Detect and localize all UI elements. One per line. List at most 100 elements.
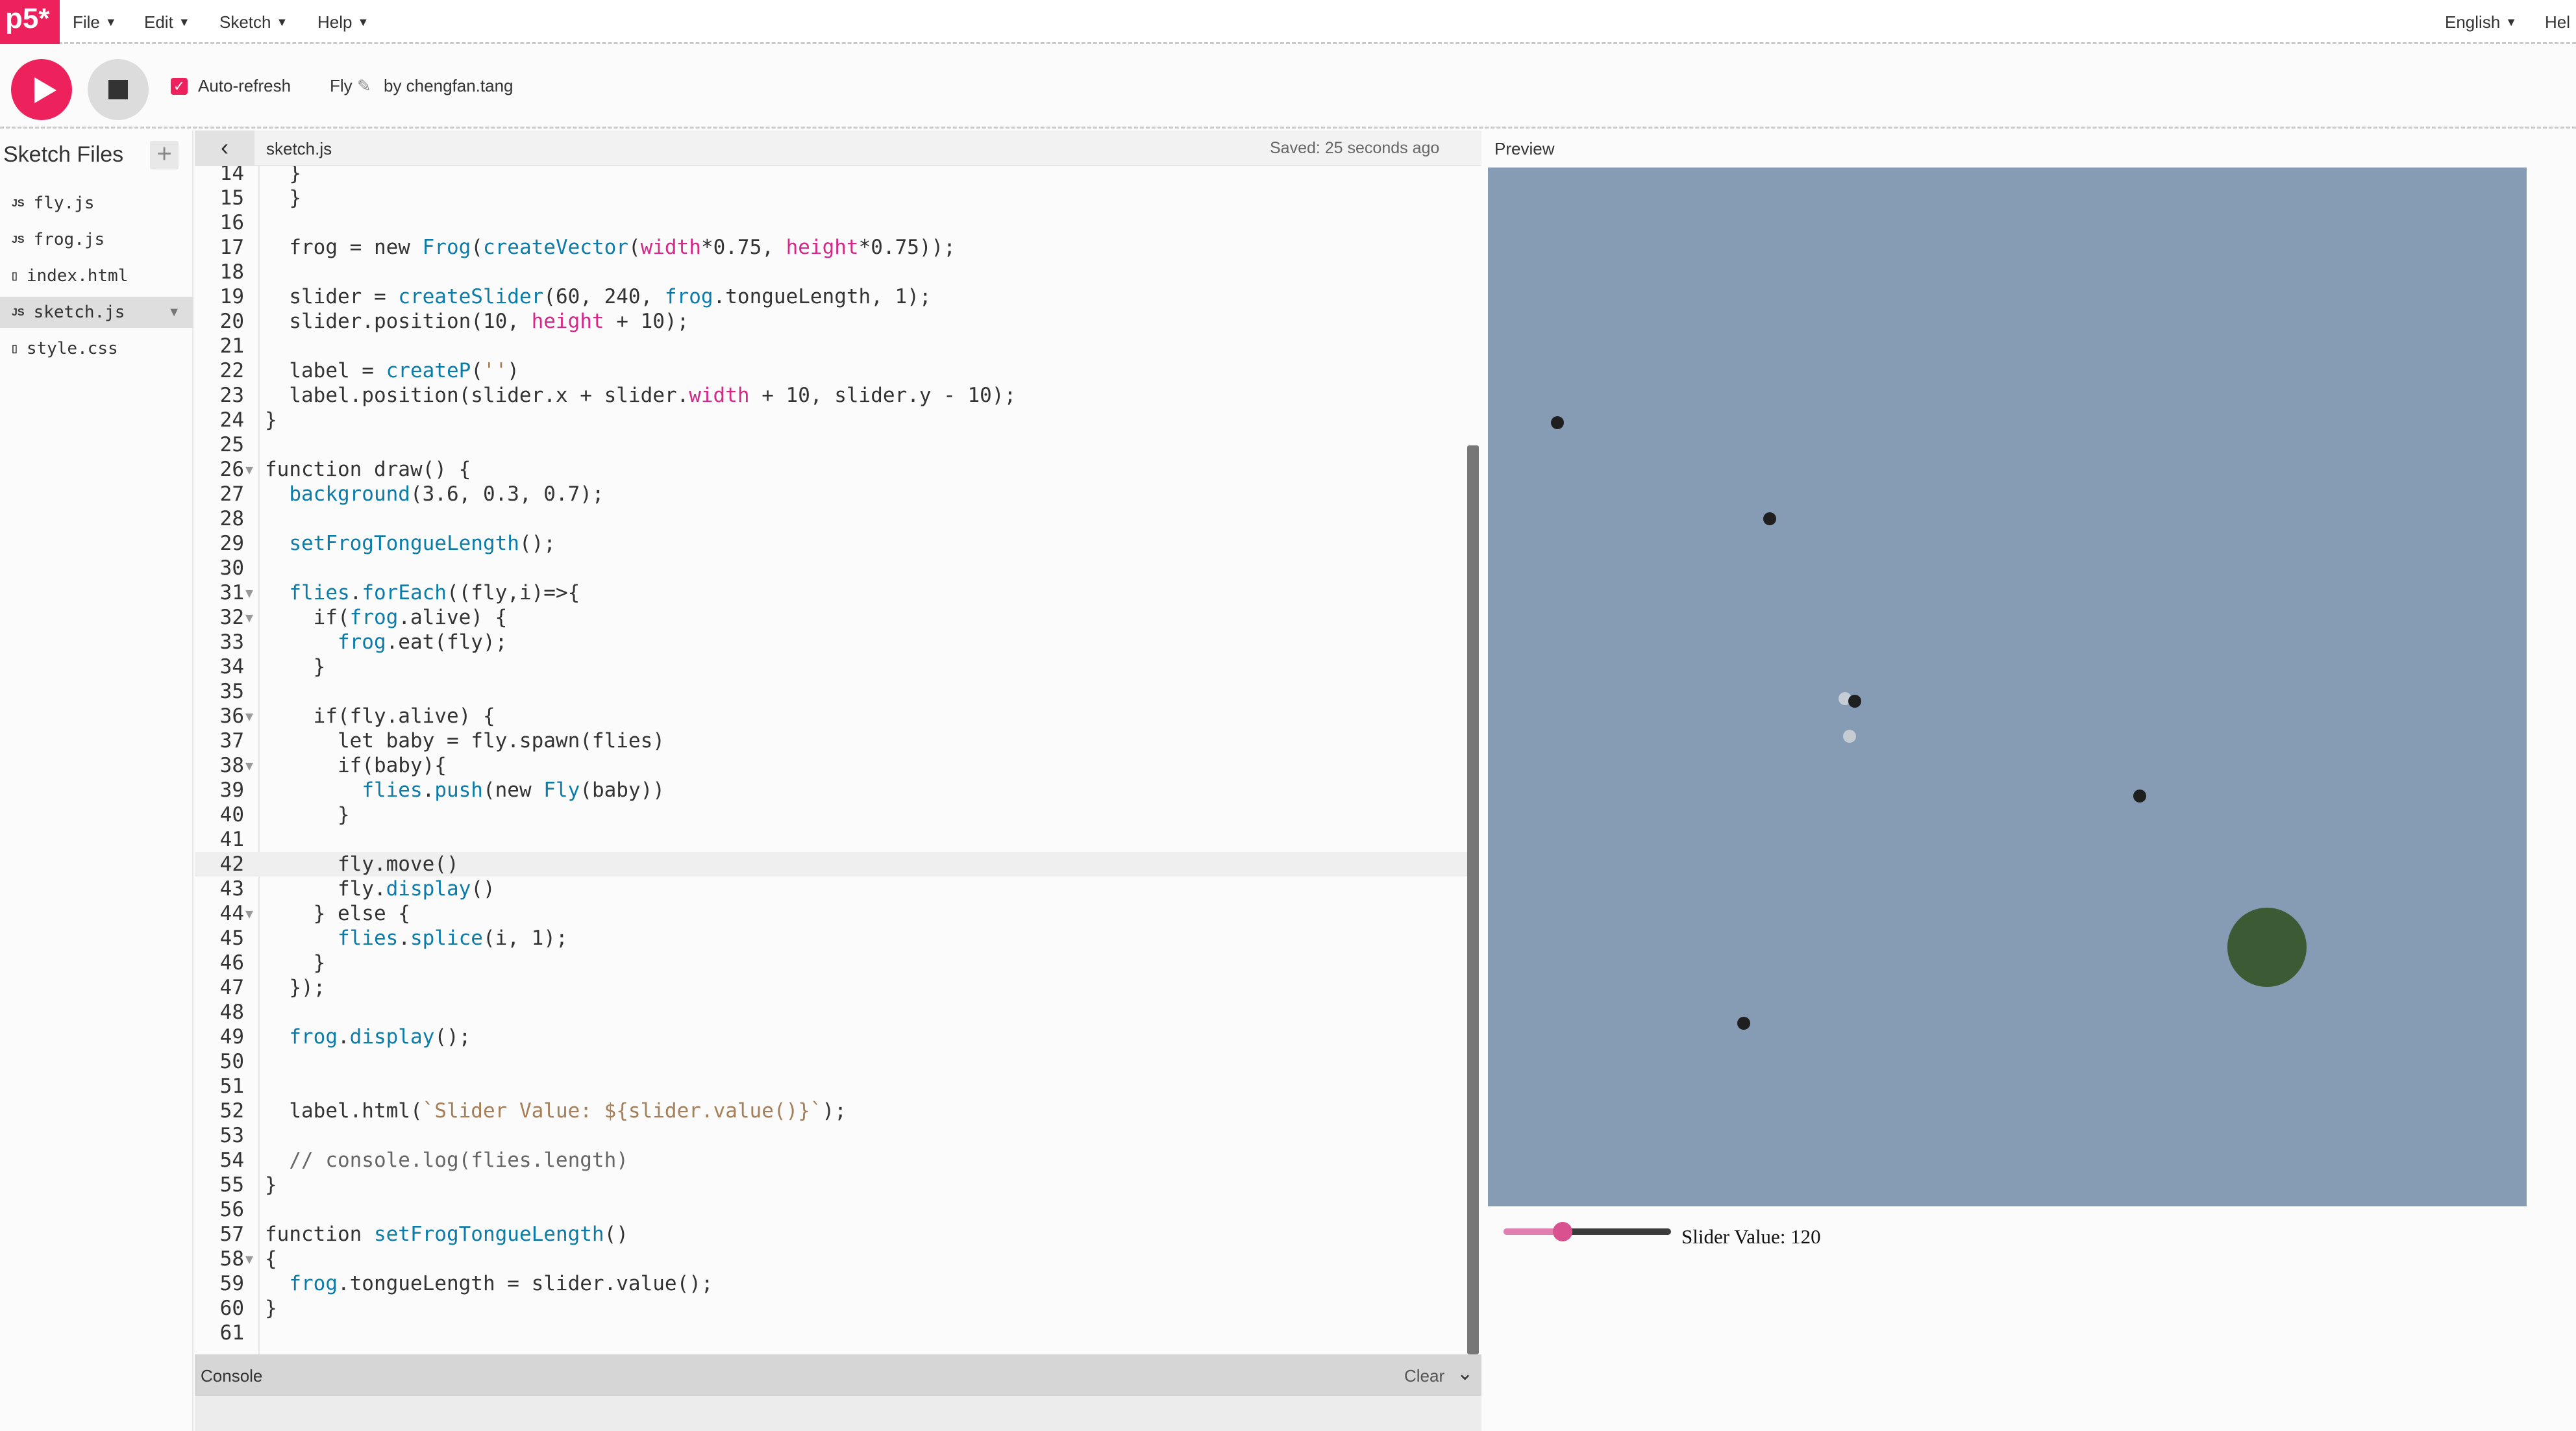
code-line[interactable]: 50 xyxy=(195,1049,1467,1074)
menu-help-right[interactable]: Hel xyxy=(2545,0,2570,44)
code-line[interactable]: 54 // console.log(flies.length) xyxy=(195,1148,1467,1173)
code-line[interactable]: 44 ▼ } else { xyxy=(195,901,1467,926)
editor-scrollbar[interactable] xyxy=(1467,445,1479,1354)
play-button[interactable] xyxy=(11,59,72,120)
code-line[interactable]: 39 flies.push(new Fly(baby)) xyxy=(195,778,1467,803)
fold-arrow-icon[interactable]: ▼ xyxy=(245,605,253,630)
p5-logo[interactable]: p5* xyxy=(0,0,60,44)
code-line[interactable]: 23 label.position(slider.x + slider.widt… xyxy=(195,383,1467,408)
code-line[interactable]: 28 xyxy=(195,506,1467,531)
code-line[interactable]: 47 }); xyxy=(195,975,1467,1000)
slider-thumb[interactable] xyxy=(1553,1222,1572,1241)
code-line[interactable]: 35 xyxy=(195,679,1467,704)
fold-arrow-icon[interactable]: ▼ xyxy=(245,1247,253,1271)
code-line[interactable]: 16 xyxy=(195,210,1467,235)
sidebar-file-fly-js[interactable]: JS fly.js xyxy=(0,188,193,219)
sidebar-file-index-html[interactable]: ▯ index.html xyxy=(0,260,193,292)
code-line[interactable]: 26 ▼ function draw() { xyxy=(195,457,1467,482)
code-line[interactable]: 45 flies.splice(i, 1); xyxy=(195,926,1467,951)
line-number: 37 xyxy=(219,729,244,753)
code-line[interactable]: 14 } xyxy=(195,166,1467,186)
fold-arrow-icon[interactable]: ▼ xyxy=(245,753,253,778)
file-options-caret-icon[interactable]: ▼ xyxy=(167,297,180,328)
code-line[interactable]: 43 fly.display() xyxy=(195,877,1467,901)
code-line[interactable]: 33 frog.eat(fly); xyxy=(195,630,1467,654)
fly xyxy=(1737,1017,1750,1030)
code-line[interactable]: 53 xyxy=(195,1123,1467,1148)
fold-arrow-icon[interactable]: ▼ xyxy=(245,457,253,482)
code-text: fly.move() xyxy=(265,852,459,876)
code-line[interactable]: 27 background(3.6, 0.3, 0.7); xyxy=(195,482,1467,506)
stop-button[interactable] xyxy=(88,59,149,120)
code-line[interactable]: 22 label = createP('') xyxy=(195,358,1467,383)
preview-canvas[interactable] xyxy=(1488,168,2527,1206)
menu-file[interactable]: File ▼ xyxy=(73,0,117,44)
code-line[interactable]: 60} xyxy=(195,1296,1467,1321)
tongue-length-slider[interactable] xyxy=(1504,1222,1671,1241)
code-line[interactable]: 42 fly.move() xyxy=(195,852,1467,877)
code-line[interactable]: 25 xyxy=(195,432,1467,457)
code-line[interactable]: 49 frog.display(); xyxy=(195,1025,1467,1049)
line-number: 23 xyxy=(219,384,244,407)
code-text: } xyxy=(265,803,350,827)
line-number: 29 xyxy=(219,532,244,555)
fold-arrow-icon[interactable]: ▼ xyxy=(245,901,253,926)
code-line[interactable]: 15 } xyxy=(195,186,1467,210)
js-file-icon: JS xyxy=(12,198,25,209)
code-line[interactable]: 19 slider = createSlider(60, 240, frog.t… xyxy=(195,284,1467,309)
code-line[interactable]: 40 } xyxy=(195,803,1467,827)
code-line[interactable]: 34 } xyxy=(195,654,1467,679)
code-editor[interactable]: 14 } 15 } 16 17 frog = new Frog(createVecto… xyxy=(195,166,1481,1354)
auto-refresh-checkbox[interactable]: ✓ xyxy=(171,78,188,95)
sidebar-file-sketch-js[interactable]: JS sketch.js ▼ xyxy=(0,297,193,328)
caret-down-icon: ▼ xyxy=(357,15,369,29)
code-line[interactable]: 61 xyxy=(195,1321,1467,1345)
code-line[interactable]: 41 xyxy=(195,827,1467,852)
code-line[interactable]: 30 xyxy=(195,556,1467,580)
code-line[interactable]: 59 frog.tongueLength = slider.value(); xyxy=(195,1271,1467,1296)
code-line[interactable]: 31 ▼ flies.forEach((fly,i)=>{ xyxy=(195,580,1467,605)
code-line[interactable]: 36 ▼ if(fly.alive) { xyxy=(195,704,1467,728)
fold-arrow-icon[interactable]: ▼ xyxy=(245,704,253,728)
code-line[interactable]: 56 xyxy=(195,1197,1467,1222)
fly xyxy=(1551,416,1564,429)
menu-sketch[interactable]: Sketch ▼ xyxy=(219,0,288,44)
code-line[interactable]: 21 xyxy=(195,334,1467,358)
code-line[interactable]: 57 function setFrogTongueLength() xyxy=(195,1222,1467,1247)
code-line[interactable]: 29 setFrogTongueLength(); xyxy=(195,531,1467,556)
fold-arrow-icon[interactable]: ▼ xyxy=(245,580,253,605)
fly xyxy=(2133,790,2146,803)
sidebar-file-frog-js[interactable]: JS frog.js xyxy=(0,224,193,255)
code-line[interactable]: 18 xyxy=(195,260,1467,284)
chevron-down-icon[interactable]: ⌄ xyxy=(1457,1362,1473,1385)
code-line[interactable]: 58 ▼ { xyxy=(195,1247,1467,1271)
console-clear-button[interactable]: Clear xyxy=(1404,1366,1444,1386)
line-number: 61 xyxy=(219,1321,244,1345)
collapse-sidebar-button[interactable]: ‹ xyxy=(195,131,254,166)
menu-help[interactable]: Help ▼ xyxy=(317,0,369,44)
code-text: let baby = fly.spawn(flies) xyxy=(265,729,665,753)
code-line[interactable]: 38 ▼ if(baby){ xyxy=(195,753,1467,778)
code-line[interactable]: 52 label.html(`Slider Value: ${slider.va… xyxy=(195,1099,1467,1123)
code-line[interactable]: 46 } xyxy=(195,951,1467,975)
add-file-button[interactable]: + xyxy=(150,141,179,169)
code-text: background(3.6, 0.3, 0.7); xyxy=(289,482,604,506)
editor-file-name: sketch.js xyxy=(266,139,332,158)
code-line[interactable]: 17 frog = new Frog(createVector(width*0.… xyxy=(195,235,1467,260)
sidebar-file-style-css[interactable]: ▯ style.css xyxy=(0,333,193,364)
code-line[interactable]: 51 xyxy=(195,1074,1467,1099)
sketch-author[interactable]: by chengfan.tang xyxy=(384,76,514,96)
pencil-icon[interactable]: ✎ xyxy=(357,76,371,96)
code-line[interactable]: 37 let baby = fly.spawn(flies) xyxy=(195,728,1467,753)
language-menu[interactable]: English ▼ xyxy=(2445,0,2517,44)
sketch-name[interactable]: Fly xyxy=(330,76,353,96)
menu-sketch-label: Sketch xyxy=(219,12,271,32)
line-number: 36 xyxy=(219,704,244,728)
code-line[interactable]: 24} xyxy=(195,408,1467,432)
code-line[interactable]: 20 slider.position(10, height + 10); xyxy=(195,309,1467,334)
menu-edit[interactable]: Edit ▼ xyxy=(144,0,190,44)
line-number: 57 xyxy=(219,1223,244,1246)
code-line[interactable]: 32 ▼ if(frog.alive) { xyxy=(195,605,1467,630)
code-line[interactable]: 55} xyxy=(195,1173,1467,1197)
code-line[interactable]: 48 xyxy=(195,1000,1467,1025)
